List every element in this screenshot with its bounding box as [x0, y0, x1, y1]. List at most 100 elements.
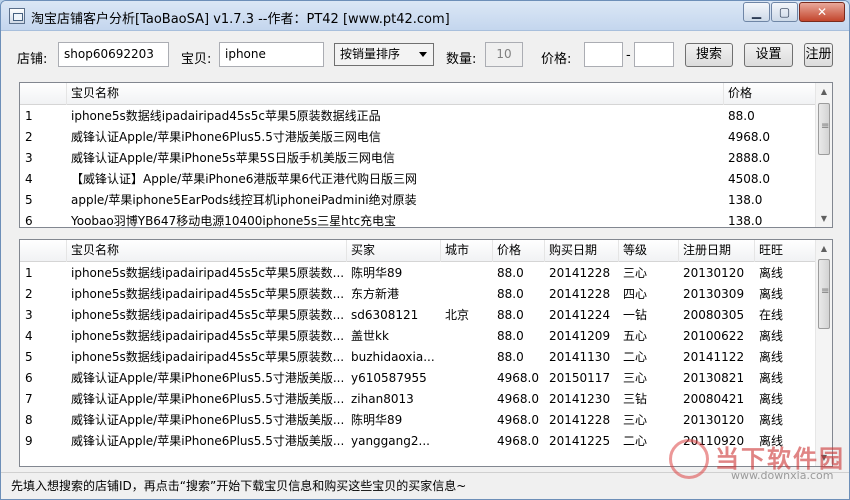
- buyer-city: 北京: [445, 308, 470, 322]
- close-button[interactable]: ✕: [799, 2, 845, 22]
- table-row[interactable]: 8 威锋认证Apple/苹果iPhone6Plus5.5寸港版美版... 陈明华…: [20, 410, 816, 431]
- table-row[interactable]: 3 iphone5s数据线ipadairipad45s5c苹果5原装数... s…: [20, 305, 816, 326]
- purchase-date: 20141225: [549, 434, 611, 448]
- count-label: 数量:: [446, 52, 477, 67]
- title-bar[interactable]: 淘宝店铺客户分析[TaoBaoSA] v1.7.3 --作者：PT42 [www…: [1, 1, 849, 31]
- purchase-price: 4968.0: [497, 392, 539, 406]
- item-price: 138.0: [728, 193, 763, 207]
- table-row[interactable]: 3 威锋认证Apple/苹果iPhone5s苹果5S日版手机美版三网电信 288…: [20, 148, 816, 169]
- buyer-level: 三钻: [623, 392, 648, 406]
- shop-label: 店铺:: [17, 52, 48, 67]
- table-row[interactable]: 6 威锋认证Apple/苹果iPhone6Plus5.5寸港版美版... y61…: [20, 368, 816, 389]
- item-price: 4508.0: [728, 172, 770, 186]
- minimize-button[interactable]: ▁: [743, 2, 770, 22]
- table-row[interactable]: 5 apple/苹果iphone5EarPods线控耳机iphoneiPadmi…: [20, 190, 816, 211]
- sort-order-select[interactable]: 按销量排序: [334, 43, 434, 66]
- buyers-table-header: 宝贝名称 买家 城市 价格 购买日期 等级 注册日期 旺旺: [20, 240, 816, 262]
- buyer-name: 盖世kk: [351, 329, 389, 343]
- scroll-up-icon[interactable]: ▲: [816, 240, 832, 257]
- price-label: 价格:: [541, 52, 572, 67]
- buyers-col-city[interactable]: 城市: [440, 240, 492, 262]
- item-name: 威锋认证Apple/苹果iPhone5s苹果5S日版手机美版三网电信: [71, 151, 395, 165]
- items-scroll-thumb[interactable]: [818, 103, 830, 155]
- buyer-name: yanggang2...: [351, 434, 430, 448]
- row-index: 5: [25, 193, 33, 207]
- shop-id-input[interactable]: shop60692203: [58, 42, 169, 67]
- buyer-name: 陈明华89: [351, 413, 403, 427]
- buyers-col-wangwang[interactable]: 旺旺: [754, 240, 816, 262]
- item-label: 宝贝:: [181, 52, 212, 67]
- table-row[interactable]: 5 iphone5s数据线ipadairipad45s5c苹果5原装数... b…: [20, 347, 816, 368]
- scroll-down-icon[interactable]: ▼: [816, 210, 832, 227]
- register-date: 20100622: [683, 329, 745, 343]
- online-status: 离线: [759, 371, 784, 385]
- table-row[interactable]: 6 Yoobao羽博YB647移动电源10400iphone5s三星htc充电宝…: [20, 211, 816, 228]
- purchase-price: 4968.0: [497, 434, 539, 448]
- table-row[interactable]: 2 威锋认证Apple/苹果iPhone6Plus5.5寸港版美版三网电信 49…: [20, 127, 816, 148]
- purchase-date: 20141224: [549, 308, 611, 322]
- buyer-name: zihan8013: [351, 392, 414, 406]
- item-keyword-input[interactable]: iphone: [219, 42, 324, 67]
- buyers-col-item[interactable]: 宝贝名称: [66, 240, 346, 262]
- items-table-header: 宝贝名称 价格: [20, 83, 816, 105]
- sort-order-value: 按销量排序: [340, 47, 401, 61]
- app-window: 淘宝店铺客户分析[TaoBaoSA] v1.7.3 --作者：PT42 [www…: [0, 0, 850, 500]
- purchase-price: 88.0: [497, 266, 524, 280]
- item-name: iphone5s数据线ipadairipad45s5c苹果5原装数...: [71, 287, 345, 301]
- buyers-col-index[interactable]: [20, 240, 66, 262]
- register-date: 20130120: [683, 266, 745, 280]
- price-min-input[interactable]: [584, 42, 623, 67]
- buyers-col-price[interactable]: 价格: [492, 240, 544, 262]
- buyers-col-buyer[interactable]: 买家: [346, 240, 440, 262]
- buyers-table: 宝贝名称 买家 城市 价格 购买日期 等级 注册日期 旺旺 1 iphone5s…: [19, 239, 833, 467]
- price-dash: -: [626, 48, 631, 63]
- table-row[interactable]: 7 威锋认证Apple/苹果iPhone6Plus5.5寸港版美版... zih…: [20, 389, 816, 410]
- row-index: 1: [25, 109, 33, 123]
- scroll-up-icon[interactable]: ▲: [816, 83, 832, 100]
- table-row[interactable]: 4 【威锋认证】Apple/苹果iPhone6港版苹果6代正港代购日版三网 45…: [20, 169, 816, 190]
- purchase-date: 20141209: [549, 329, 611, 343]
- buyers-scrollbar[interactable]: ▲ ▼: [815, 240, 832, 466]
- items-scrollbar[interactable]: ▲ ▼: [815, 83, 832, 227]
- table-row[interactable]: 1 iphone5s数据线ipadairipad45s5c苹果5原装数... 陈…: [20, 263, 816, 284]
- search-button[interactable]: 搜索: [685, 43, 733, 67]
- buyers-scroll-thumb[interactable]: [818, 259, 830, 329]
- buyers-col-purchase-date[interactable]: 购买日期: [544, 240, 618, 262]
- item-name: iphone5s数据线ipadairipad45s5c苹果5原装数...: [71, 308, 345, 322]
- settings-button[interactable]: 设置: [744, 43, 793, 67]
- row-index: 4: [25, 329, 33, 343]
- row-index: 5: [25, 350, 33, 364]
- item-name: 威锋认证Apple/苹果iPhone6Plus5.5寸港版美版三网电信: [71, 130, 381, 144]
- purchase-date: 20141228: [549, 287, 611, 301]
- item-name: Yoobao羽博YB647移动电源10400iphone5s三星htc充电宝: [71, 214, 397, 228]
- online-status: 离线: [759, 266, 784, 280]
- item-name: 威锋认证Apple/苹果iPhone6Plus5.5寸港版美版...: [71, 413, 345, 427]
- buyer-name: 陈明华89: [351, 266, 403, 280]
- row-index: 7: [25, 392, 33, 406]
- purchase-price: 4968.0: [497, 413, 539, 427]
- online-status: 离线: [759, 392, 784, 406]
- row-index: 1: [25, 266, 33, 280]
- buyer-city: [440, 326, 492, 347]
- online-status: 离线: [759, 350, 784, 364]
- register-button[interactable]: 注册: [804, 43, 833, 67]
- register-date: 20130821: [683, 371, 745, 385]
- items-col-index[interactable]: [20, 83, 66, 105]
- buyer-name: 东方新港: [351, 287, 400, 301]
- table-row[interactable]: 2 iphone5s数据线ipadairipad45s5c苹果5原装数... 东…: [20, 284, 816, 305]
- maximize-button[interactable]: ▢: [771, 2, 798, 22]
- items-col-price[interactable]: 价格: [723, 83, 816, 105]
- row-index: 3: [25, 151, 33, 165]
- table-row[interactable]: 4 iphone5s数据线ipadairipad45s5c苹果5原装数... 盖…: [20, 326, 816, 347]
- watermark-logo: 当下软件园 www.downxia.com: [669, 437, 849, 487]
- buyer-city: [440, 347, 492, 368]
- purchase-date: 20150117: [549, 371, 611, 385]
- price-max-input[interactable]: [634, 42, 674, 67]
- buyers-col-level[interactable]: 等级: [618, 240, 678, 262]
- app-icon: [9, 8, 25, 24]
- buyer-level: 五心: [623, 329, 648, 343]
- item-name: 威锋认证Apple/苹果iPhone6Plus5.5寸港版美版...: [71, 392, 345, 406]
- buyers-col-register-date[interactable]: 注册日期: [678, 240, 754, 262]
- items-col-name[interactable]: 宝贝名称: [66, 83, 723, 105]
- table-row[interactable]: 1 iphone5s数据线ipadairipad45s5c苹果5原装数据线正品 …: [20, 106, 816, 127]
